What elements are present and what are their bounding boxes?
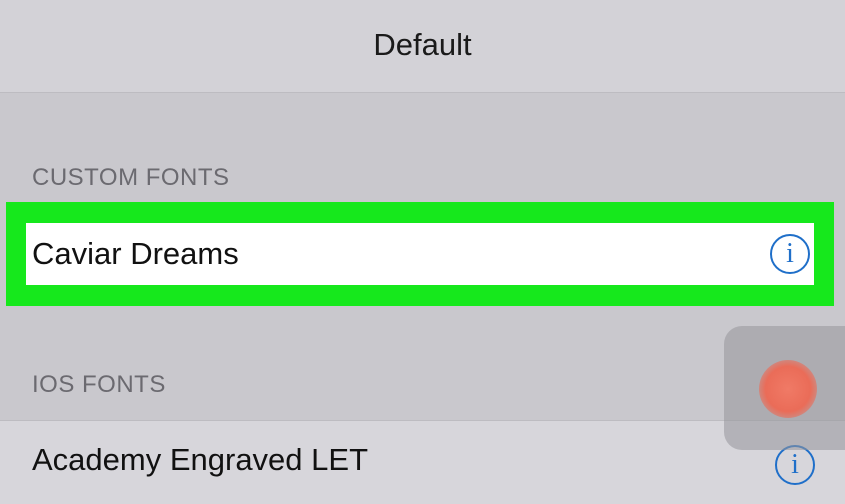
font-picker-screen: Default CUSTOM FONTS Caviar Dreams i IOS… xyxy=(0,0,845,504)
font-row-caviar-dreams[interactable]: Caviar Dreams i xyxy=(26,223,814,285)
default-font-row[interactable]: Default xyxy=(0,0,845,93)
default-font-label: Default xyxy=(373,27,472,62)
font-row-academy-engraved-let[interactable]: Academy Engraved LET i xyxy=(0,420,845,504)
ios-fonts-section-header: IOS FONTS xyxy=(32,371,166,398)
touch-indicator-icon xyxy=(759,360,817,418)
info-icon[interactable]: i xyxy=(770,234,810,274)
font-name: Academy Engraved LET xyxy=(32,441,369,477)
custom-fonts-section-header: CUSTOM FONTS xyxy=(32,164,230,191)
info-icon[interactable]: i xyxy=(775,445,815,485)
font-name: Caviar Dreams xyxy=(32,236,239,271)
